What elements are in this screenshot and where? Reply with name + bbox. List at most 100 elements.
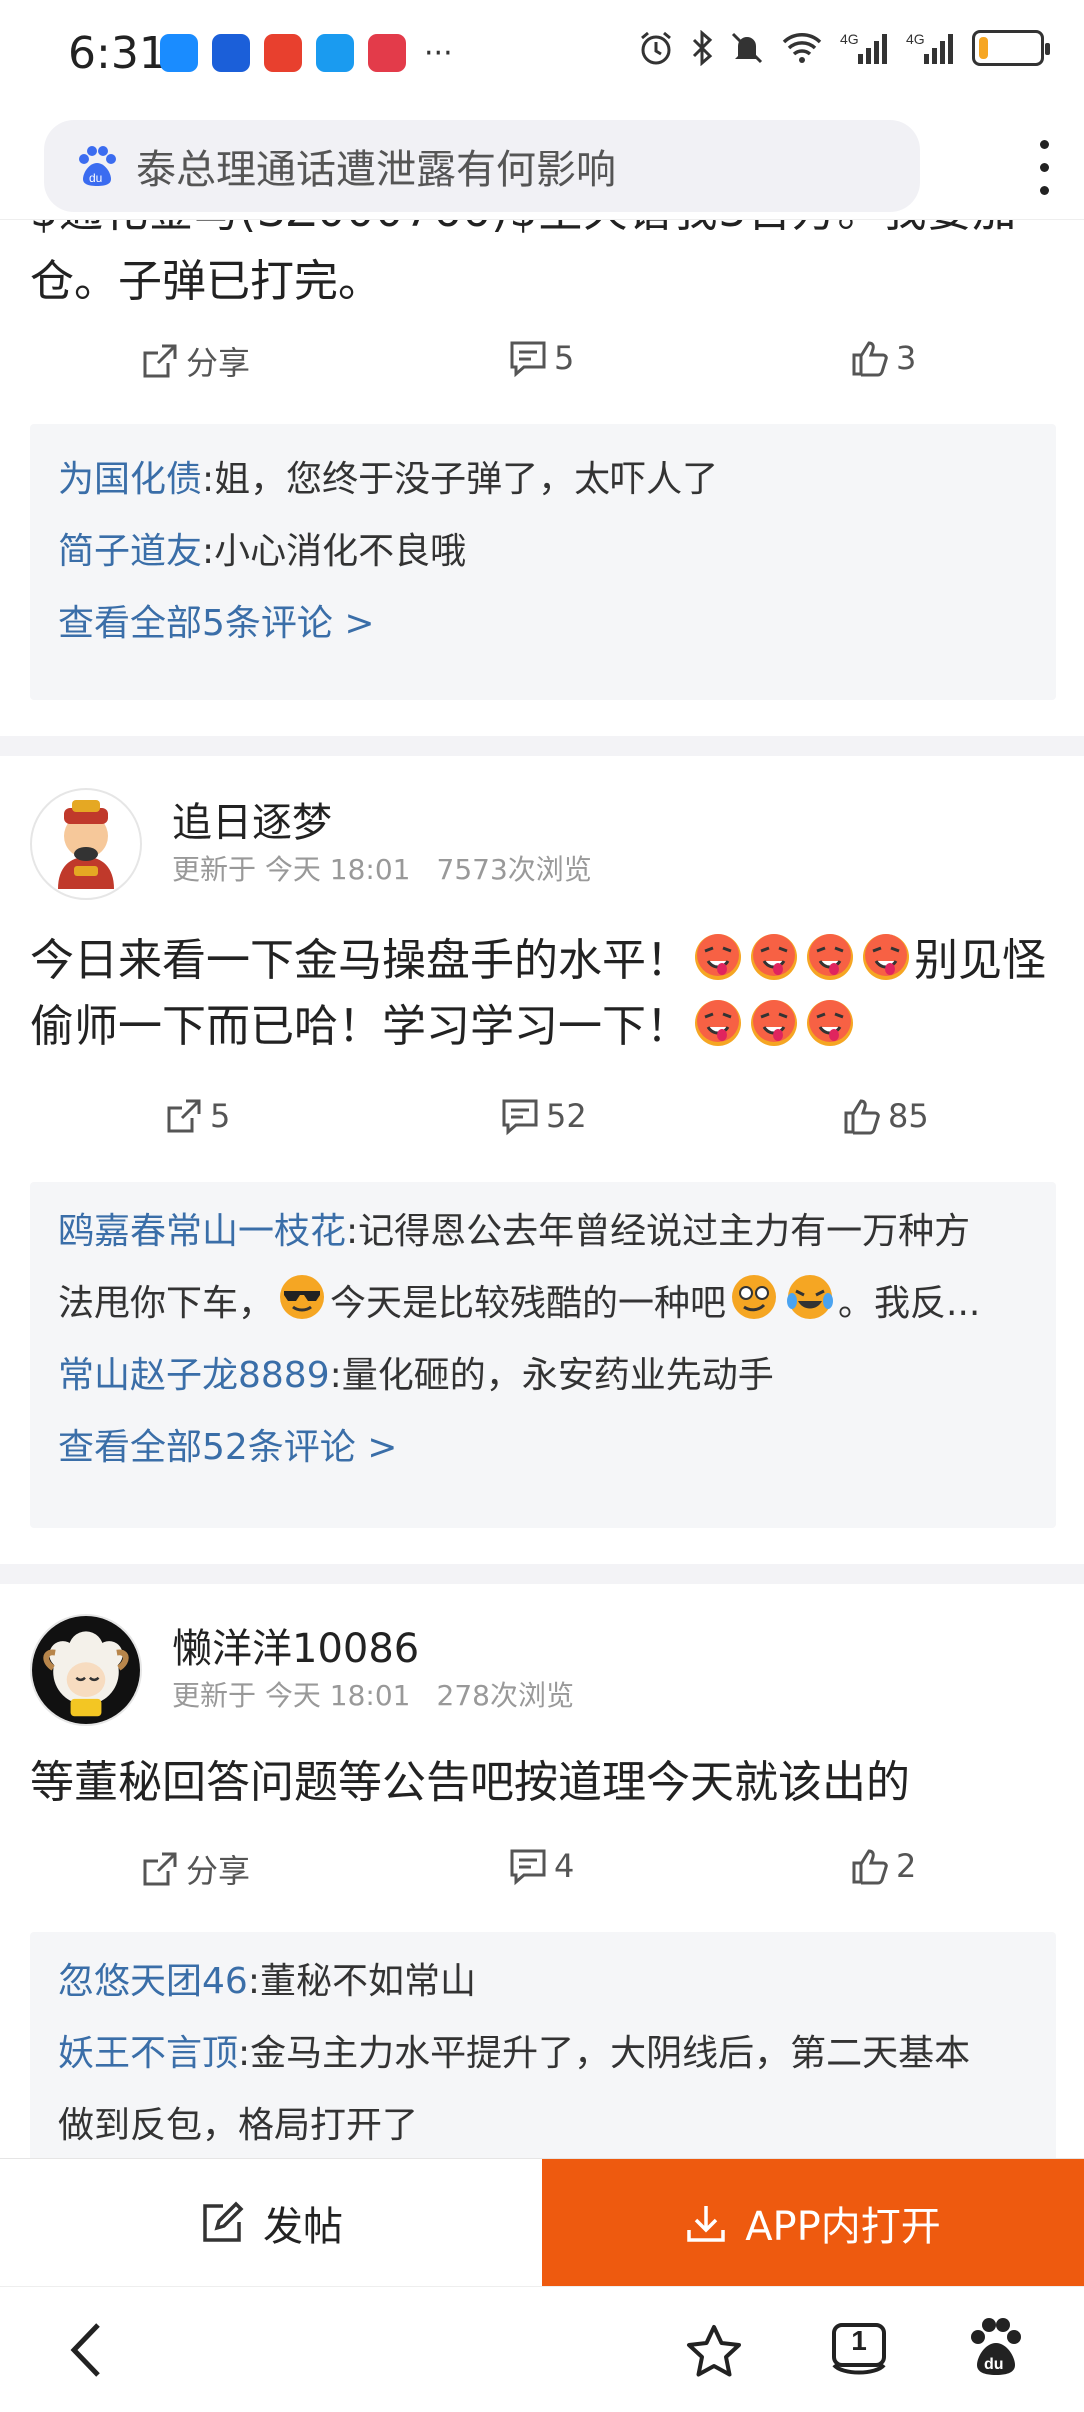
mute-icon [731,32,763,64]
updated-time: 更新于 今天 18:01 [172,853,411,886]
search-header: du 泰总理通话遭泄露有何影响 [0,110,1084,220]
like-button[interactable]: 3 [850,338,916,378]
comment-icon [510,341,546,378]
like-count: 2 [896,1847,917,1885]
comment-count: 5 [554,339,575,377]
new-post-label: 发帖 [263,2204,343,2250]
username[interactable]: 懒洋洋10086 [172,1616,419,1674]
bottom-action-bar: 发帖 APP内打开 [0,2158,1084,2287]
share-button[interactable]: 5 [164,1096,230,1136]
comment-icon [510,1849,546,1886]
comment-item[interactable]: 妖王不言顶:金马主力水平提升了，大阴线后，第二天基本 [30,2018,1056,2090]
signal-4g-icon: 4G [906,31,953,64]
post-text-part: 今日来看一下金马操盘手的水平！ [30,935,690,986]
comment-user[interactable]: 为国化债 [58,459,202,500]
more-menu-icon[interactable] [1034,140,1054,195]
post-actions: 分享 4 2 [0,1846,1084,1906]
share-button[interactable]: 分享 [140,338,250,384]
search-input[interactable]: du 泰总理通话遭泄露有何影响 [44,120,920,212]
post-text: 今日来看一下金马操盘手的水平！ 别见怪偷师一下而已哈！学习学习一下！ [30,928,1060,1060]
comment-user[interactable]: 忽悠天团46 [58,1961,248,2002]
crying-laugh-emoji-icon [784,1271,836,1323]
bank-app-icon [212,34,250,72]
comment-text: :量化砸的，永安药业先动手 [329,1355,774,1396]
username[interactable]: 追日逐梦 [172,790,332,848]
comment-user[interactable]: 妖王不言顶 [58,2033,238,2074]
post-text: 仓。子弹已打完。 [30,256,382,307]
tongue-wink-emoji-icon [748,997,800,1049]
download-icon [687,2206,725,2242]
comment-text: :姐，您终于没子弹了，太吓人了 [202,459,719,500]
baidu-home-icon[interactable]: du [966,2317,1026,2379]
post-card: 懒洋洋10086 更新于 今天 18:01 278次浏览 等董秘回答问题等公告吧… [0,1584,1084,2158]
open-in-app-button[interactable]: APP内打开 [542,2159,1084,2287]
comment-preview: 为国化债:姐，您终于没子弹了，太吓人了 简子道友:小心消化不良哦 查看全部5条评… [30,424,1056,700]
tongue-wink-emoji-icon [692,931,744,983]
comment-button[interactable]: 5 [508,338,574,378]
view-count: 7573次浏览 [436,853,592,886]
comment-text: 今天是比较残酷的一种吧 [330,1283,727,1324]
browser-nav-bar: 1 du [0,2286,1084,2412]
comment-text: :记得恩公去年曾经说过主力有一万种方 [346,1211,971,1252]
new-post-button[interactable]: 发帖 [0,2159,542,2287]
comment-user[interactable]: 常山赵子龙8889 [58,1355,330,1396]
comment-button[interactable]: 52 [500,1096,587,1136]
comment-preview: 忽悠天团46:董秘不如常山 妖王不言顶:金马主力水平提升了，大阴线后，第二天基本… [30,1932,1056,2158]
notification-icons: ··· [160,34,453,72]
battery-icon [972,30,1050,66]
baidu-paw-icon: du [79,146,116,186]
share-icon [167,1099,201,1133]
comment-text: 。我反... [838,1283,981,1324]
view-all-comments-link[interactable]: 查看全部52条评论 > [30,1412,1056,1484]
comment-text: :金马主力水平提升了，大阴线后，第二天基本 [238,2033,971,2074]
view-count: 278次浏览 [436,1679,574,1712]
bookmark-star-icon[interactable] [684,2323,744,2381]
more-notifications-icon: ··· [424,35,453,71]
comment-item[interactable]: 法甩你下车， 今天是比较残酷的一种吧 。我反... [30,1268,1056,1340]
comment-count: 52 [546,1097,587,1135]
comment-text: :董秘不如常山 [247,1961,476,2002]
updated-time: 更新于 今天 18:01 [172,1679,411,1712]
comment-text: 法甩你下车， [58,1283,275,1324]
comment-user[interactable]: 简子道友 [58,531,202,572]
comment-item[interactable]: 常山赵子龙8889:量化砸的，永安药业先动手 [30,1340,1056,1412]
svg-text:du: du [89,171,102,185]
wifi-icon [782,33,822,63]
tabs-button[interactable]: 1 [828,2321,890,2379]
share-label: 分享 [186,1852,251,1890]
view-all-comments-link[interactable]: 查看全部5条评论 > [30,588,1056,660]
comment-item[interactable]: 鸥嘉春常山一枝花:记得恩公去年曾经说过主力有一万种方 [30,1196,1056,1268]
comment-count: 4 [554,1847,575,1885]
post-text-cut-top: $通化金马(SZ000766)$主天谙我3百万。我要加 [30,220,1017,244]
post-text: 等董秘回答问题等公告吧按道理今天就该出的 [30,1757,910,1808]
comment-item[interactable]: 为国化债:姐，您终于没子弹了，太吓人了 [30,444,1056,516]
comment-item[interactable]: 做到反包，格局打开了 [30,2090,1056,2158]
comment-item[interactable]: 忽悠天团46:董秘不如常山 [30,1946,1056,2018]
thumbs-up-icon [852,341,888,377]
like-button[interactable]: 85 [842,1096,929,1136]
tongue-wink-emoji-icon [748,931,800,983]
post-feed: $通化金马(SZ000766)$主天谙我3百万。我要加 仓。子弹已打完。 分享 … [0,220,1084,2158]
comment-button[interactable]: 4 [508,1846,574,1886]
avatar[interactable] [30,788,142,900]
avatar[interactable] [30,1614,142,1726]
smirk-emoji-icon [728,1271,780,1323]
comment-item[interactable]: 简子道友:小心消化不良哦 [30,516,1056,588]
battery-level [979,37,988,59]
share-label: 分享 [186,344,251,382]
share-button[interactable]: 分享 [140,1846,250,1892]
post-actions: 5 52 85 [0,1096,1084,1156]
weather-app-icon [160,34,198,72]
tab-count: 1 [851,2325,867,2356]
system-icons: 4G 4G [638,30,1050,66]
back-icon[interactable] [66,2319,106,2381]
comment-user[interactable]: 鸥嘉春常山一枝花 [58,1211,346,1252]
comment-text: 做到反包，格局打开了 [58,2105,419,2146]
status-time: 6:31 [68,28,167,79]
svg-text:4G: 4G [906,31,925,47]
tongue-wink-emoji-icon [860,931,912,983]
search-query: 泰总理通话遭泄露有何影响 [136,147,616,193]
like-button[interactable]: 2 [850,1846,916,1886]
tongue-wink-emoji-icon [804,931,856,983]
browser-app-icon [316,34,354,72]
